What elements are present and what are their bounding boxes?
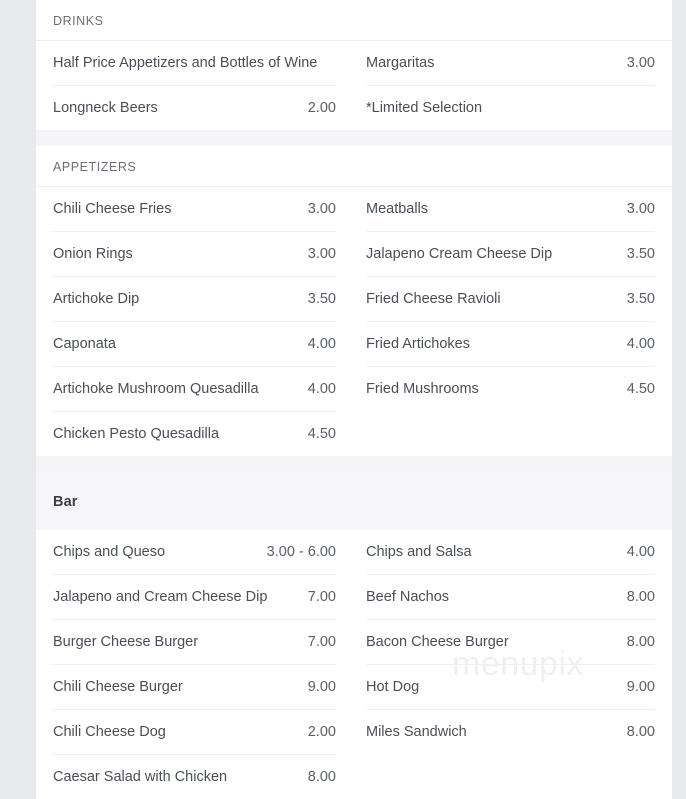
menu-column: Margaritas 3.00 *Limited Selection [354, 41, 655, 130]
menu-item-row[interactable]: Meatballs 3.00 [366, 187, 655, 232]
menu-page: DRINKS Half Price Appetizers and Bottles … [0, 0, 686, 799]
menu-card: DRINKS Half Price Appetizers and Bottles … [36, 0, 672, 799]
menu-item-name: Chips and Queso [53, 544, 166, 560]
menu-item-row[interactable]: Chili Cheese Dog 2.00 [53, 710, 336, 755]
menu-item-name: Fried Cheese Ravioli [366, 291, 501, 307]
menu-column: Chips and Salsa 4.00 Beef Nachos 8.00 Bacon … [354, 530, 655, 799]
menu-item-row[interactable]: Burger Cheese Burger 7.00 [53, 620, 336, 665]
menu-item-name: Jalapeno and Cream Cheese Dip [53, 589, 268, 605]
page-right-gutter [672, 0, 686, 751]
menu-item-price: 8.00 [626, 589, 655, 605]
menu-item-price: 4.00 [626, 336, 655, 352]
section-header: APPETIZERS [36, 146, 672, 187]
menu-item-name: Chili Cheese Fries [53, 201, 172, 217]
menu-item-price: 3.00 [626, 201, 655, 217]
menu-item-row[interactable]: Jalapeno and Cream Cheese Dip 7.00 [53, 575, 336, 620]
menu-item-name: *Limited Selection [366, 100, 483, 116]
menu-column: Half Price Appetizers and Bottles of Win… [53, 41, 354, 130]
menu-item-price: 3.00 - 6.00 [266, 544, 336, 560]
menu-item-name: Hot Dog [366, 679, 420, 695]
section-header: Bar [36, 472, 672, 530]
menu-item-row[interactable]: Fried Cheese Ravioli 3.50 [366, 277, 655, 322]
menu-item-row[interactable]: Chicken Pesto Quesadilla 4.50 [53, 412, 336, 456]
menu-item-name: Half Price Appetizers and Bottles of Win… [53, 55, 318, 71]
menu-item-name: Jalapeno Cream Cheese Dip [366, 246, 553, 262]
menu-item-row[interactable]: Margaritas 3.00 [366, 41, 655, 86]
menu-item-row[interactable]: Fried Artichokes 4.00 [366, 322, 655, 367]
menu-item-name: Beef Nachos [366, 589, 450, 605]
menu-items-grid: Chili Cheese Fries 3.00 Onion Rings 3.00 Art… [36, 187, 672, 456]
menu-item-name: Chili Cheese Dog [53, 724, 166, 740]
menu-item-price: 9.00 [626, 679, 655, 695]
menu-items-grid: Half Price Appetizers and Bottles of Win… [36, 41, 672, 130]
menu-item-row[interactable]: *Limited Selection [366, 86, 655, 130]
menu-item-price: 7.00 [307, 589, 336, 605]
menu-item-price: 2.00 [307, 100, 336, 116]
menu-item-row[interactable]: Half Price Appetizers and Bottles of Win… [53, 41, 336, 86]
menu-item-name: Burger Cheese Burger [53, 634, 199, 650]
menu-item-row[interactable]: Caponata 4.00 [53, 322, 336, 367]
menu-item-row[interactable]: Bacon Cheese Burger 8.00 [366, 620, 655, 665]
menu-item-price: 8.00 [626, 724, 655, 740]
menu-item-name: Fried Artichokes [366, 336, 470, 352]
menu-column: Chips and Queso 3.00 - 6.00 Jalapeno and C… [53, 530, 354, 799]
menu-item-row[interactable]: Hot Dog 9.00 [366, 665, 655, 710]
menu-item-price: 9.00 [307, 679, 336, 695]
menu-item-price: 8.00 [626, 634, 655, 650]
menu-item-name: Margaritas [366, 55, 435, 71]
menu-item-name: Caesar Salad with Chicken [53, 769, 228, 785]
menu-item-name: Chips and Salsa [366, 544, 472, 560]
menu-item-price: 3.50 [626, 246, 655, 262]
menu-item-row[interactable]: Miles Sandwich 8.00 [366, 710, 655, 754]
menu-item-name: Meatballs [366, 201, 429, 217]
menu-item-row[interactable]: Chips and Queso 3.00 - 6.00 [53, 530, 336, 575]
menu-item-row[interactable]: Artichoke Mushroom Quesadilla 4.00 [53, 367, 336, 412]
menu-item-row[interactable]: Chili Cheese Burger 9.00 [53, 665, 336, 710]
menu-item-name: Artichoke Mushroom Quesadilla [53, 381, 259, 397]
menu-column: Chili Cheese Fries 3.00 Onion Rings 3.00 Art… [53, 187, 354, 456]
menu-item-price: 7.00 [307, 634, 336, 650]
menu-item-price: 4.50 [626, 381, 655, 397]
section-header: DRINKS [36, 0, 672, 41]
section-divider-band [36, 130, 672, 146]
menu-item-name: Fried Mushrooms [366, 381, 479, 397]
section-divider-band [36, 456, 672, 472]
menu-item-row[interactable]: Caesar Salad with Chicken 8.00 [53, 755, 336, 799]
menu-section: Bar Chips and Queso 3.00 - 6.00 Jalapeno an… [36, 472, 672, 799]
menu-item-row[interactable]: Longneck Beers 2.00 [53, 86, 336, 130]
menu-item-price: 3.00 [307, 246, 336, 262]
menu-item-price: 3.50 [626, 291, 655, 307]
menu-item-price: 2.00 [307, 724, 336, 740]
menu-sections: DRINKS Half Price Appetizers and Bottles … [36, 0, 672, 799]
menu-item-name: Artichoke Dip [53, 291, 140, 307]
menu-item-name: Chicken Pesto Quesadilla [53, 426, 220, 442]
menu-item-row[interactable]: Artichoke Dip 3.50 [53, 277, 336, 322]
menu-item-row[interactable]: Chips and Salsa 4.00 [366, 530, 655, 575]
menu-item-name: Bacon Cheese Burger [366, 634, 509, 650]
menu-item-row[interactable]: Onion Rings 3.00 [53, 232, 336, 277]
menu-item-name: Chili Cheese Burger [53, 679, 183, 695]
menu-item-row[interactable]: Chili Cheese Fries 3.00 [53, 187, 336, 232]
menu-section: APPETIZERS Chili Cheese Fries 3.00 Onion Ri… [36, 146, 672, 456]
menu-item-price: 4.50 [307, 426, 336, 442]
menu-item-row[interactable]: Jalapeno Cream Cheese Dip 3.50 [366, 232, 655, 277]
menu-item-row[interactable]: Fried Mushrooms 4.50 [366, 367, 655, 411]
menu-item-price: 8.00 [307, 769, 336, 785]
menu-item-price: 4.00 [307, 336, 336, 352]
menu-item-price: 4.00 [307, 381, 336, 397]
menu-item-price: 3.00 [626, 55, 655, 71]
menu-item-name: Miles Sandwich [366, 724, 467, 740]
menu-items-grid: Chips and Queso 3.00 - 6.00 Jalapeno and C… [36, 530, 672, 799]
menu-item-price: 3.00 [307, 201, 336, 217]
menu-column: Meatballs 3.00 Jalapeno Cream Cheese Dip 3.… [354, 187, 655, 456]
menu-item-name: Caponata [53, 336, 116, 352]
menu-item-row[interactable]: Beef Nachos 8.00 [366, 575, 655, 620]
menu-item-price: 3.50 [307, 291, 336, 307]
menu-item-price: 4.00 [626, 544, 655, 560]
menu-item-name: Longneck Beers [53, 100, 158, 116]
menu-section: DRINKS Half Price Appetizers and Bottles … [36, 0, 672, 130]
menu-item-name: Onion Rings [53, 246, 133, 262]
